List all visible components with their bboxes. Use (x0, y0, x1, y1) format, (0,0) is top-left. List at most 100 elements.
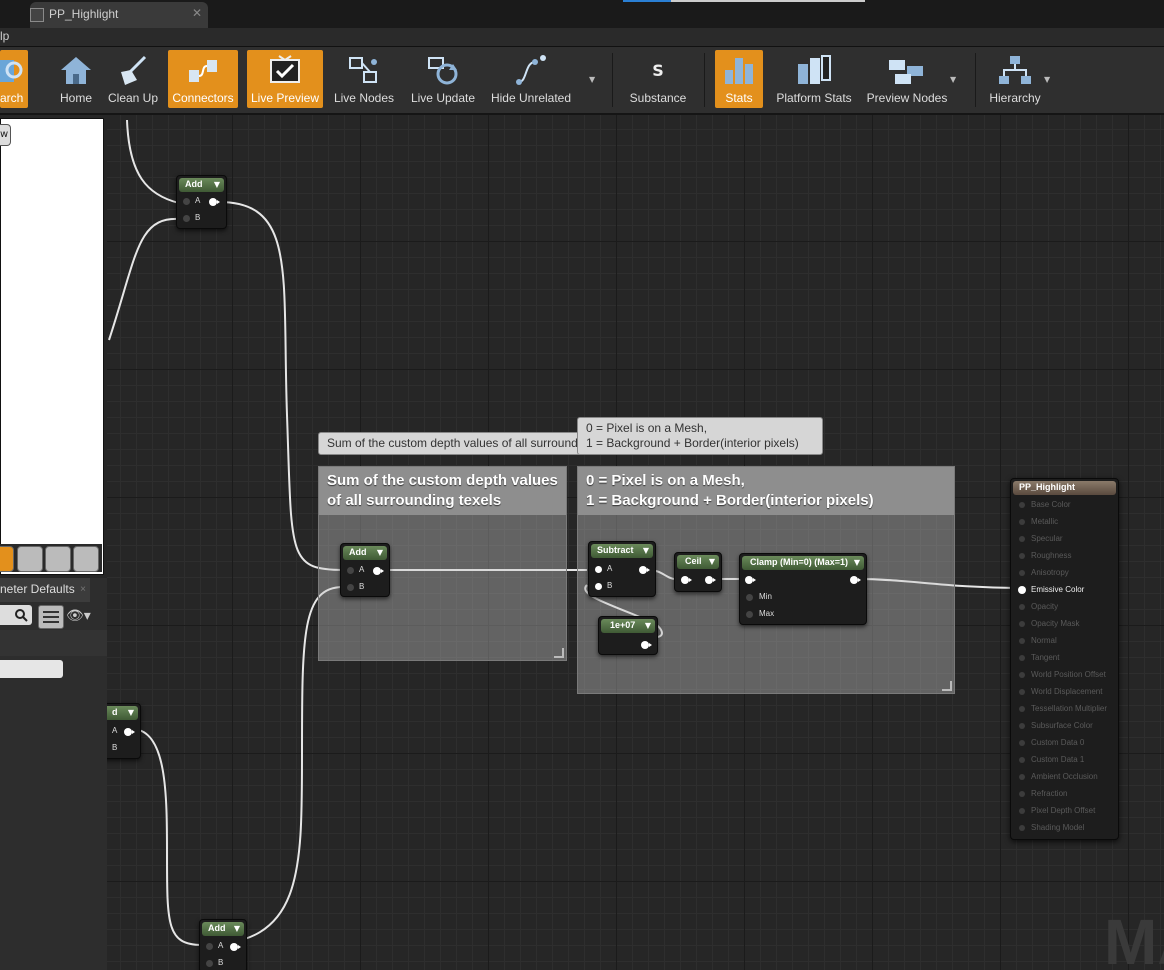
output-pin[interactable] (124, 728, 135, 736)
result-input-tangent[interactable]: Tangent (1017, 650, 1117, 667)
constant-node[interactable]: 1e+07 ▼ (598, 616, 658, 655)
home-button[interactable]: Home (52, 50, 100, 108)
input-pin[interactable] (1019, 689, 1025, 695)
result-input-roughness[interactable]: Roughness (1017, 548, 1117, 565)
input-pin[interactable] (1019, 706, 1025, 712)
node-collapse-icon[interactable]: ▼ (709, 557, 715, 566)
result-input-world-position-offset[interactable]: World Position Offset (1017, 667, 1117, 684)
result-input-opacity[interactable]: Opacity (1017, 599, 1117, 616)
result-input-world-displacement[interactable]: World Displacement (1017, 684, 1117, 701)
input-pin[interactable] (1019, 655, 1025, 661)
parameter-defaults-close-icon[interactable]: × (80, 584, 86, 595)
output-pin[interactable] (230, 943, 241, 951)
viewport-options-button[interactable]: w (0, 124, 11, 146)
add-node[interactable]: Add ▼ A B (199, 919, 247, 970)
live-preview-button[interactable]: Live Preview (247, 50, 323, 108)
output-pin[interactable] (850, 576, 861, 584)
comment-resize-handle[interactable] (942, 681, 952, 691)
ceil-node[interactable]: Ceil ▼ (674, 552, 722, 592)
input-pin[interactable] (1019, 791, 1025, 797)
input-pin[interactable] (1019, 672, 1025, 678)
preview-nodes-button[interactable]: Preview Nodes (864, 50, 950, 108)
result-input-base-color[interactable]: Base Color (1017, 497, 1117, 514)
result-input-custom-data-1[interactable]: Custom Data 1 (1017, 752, 1117, 769)
input-pin[interactable] (1019, 553, 1025, 559)
input-pin[interactable] (745, 576, 756, 584)
substance-button[interactable]: S Substance (624, 50, 692, 108)
result-input-anisotropy[interactable]: Anisotropy (1017, 565, 1117, 582)
pin-a[interactable] (206, 943, 213, 950)
pin-max[interactable] (746, 611, 753, 618)
property-matrix-button[interactable] (38, 605, 64, 629)
input-pin[interactable] (1018, 586, 1026, 594)
input-pin[interactable] (1019, 808, 1025, 814)
output-pin[interactable] (639, 566, 650, 574)
details-property-field[interactable] (0, 660, 63, 678)
result-input-tessellation-multiplier[interactable]: Tessellation Multiplier (1017, 701, 1117, 718)
add-node[interactable]: Add ▼ A B (176, 175, 227, 229)
live-update-button[interactable]: Live Update (406, 50, 480, 108)
input-pin[interactable] (1019, 604, 1025, 610)
pin-b[interactable] (183, 215, 190, 222)
node-collapse-icon[interactable]: ▼ (643, 546, 649, 555)
tab-pp-highlight[interactable]: PP_Highlight ✕ (30, 2, 208, 28)
pin-b[interactable] (347, 584, 354, 591)
result-input-metallic[interactable]: Metallic (1017, 514, 1117, 531)
hide-unrelated-button[interactable]: Hide Unrelated (488, 50, 574, 108)
material-graph-canvas[interactable]: Sum of the custom depth values of all su… (107, 115, 1164, 970)
input-pin[interactable] (1019, 502, 1025, 508)
preview-nodes-dropdown-icon[interactable]: ▼ (950, 75, 956, 84)
result-input-emissive-color[interactable]: Emissive Color (1017, 582, 1117, 599)
search-button[interactable]: arch (0, 50, 28, 108)
hide-unrelated-dropdown-icon[interactable]: ▼ (589, 75, 595, 84)
result-input-subsurface-color[interactable]: Subsurface Color (1017, 718, 1117, 735)
node-collapse-icon[interactable]: ▼ (128, 708, 134, 717)
result-input-normal[interactable]: Normal (1017, 633, 1117, 650)
result-input-shading-model[interactable]: Shading Model (1017, 820, 1117, 837)
pin-b[interactable] (595, 583, 602, 590)
hierarchy-dropdown-icon[interactable]: ▼ (1044, 75, 1050, 84)
clean-up-button[interactable]: Clean Up (104, 50, 162, 108)
live-nodes-button[interactable]: Live Nodes (332, 50, 396, 108)
material-preview-viewport[interactable] (0, 118, 104, 575)
input-pin[interactable] (1019, 519, 1025, 525)
input-pin[interactable] (1019, 774, 1025, 780)
input-pin[interactable] (1019, 825, 1025, 831)
details-search-input[interactable] (0, 605, 32, 625)
preview-shape-custom-icon[interactable] (0, 546, 14, 572)
add-node[interactable]: Add ▼ A B (340, 543, 390, 597)
add-node[interactable]: d ▼ A B (107, 703, 141, 759)
result-input-opacity-mask[interactable]: Opacity Mask (1017, 616, 1117, 633)
pin-a[interactable] (347, 567, 354, 574)
hierarchy-button[interactable]: Hierarchy (984, 50, 1046, 108)
subtract-node[interactable]: Subtract ▼ A B (588, 541, 656, 597)
input-pin[interactable] (1019, 740, 1025, 746)
preview-shape-plane-icon[interactable] (17, 546, 43, 572)
material-result-node[interactable]: PP_Highlight Base Color Metallic Specular R… (1010, 478, 1119, 840)
node-collapse-icon[interactable]: ▼ (234, 924, 240, 933)
input-pin[interactable] (681, 576, 692, 584)
result-input-custom-data-0[interactable]: Custom Data 0 (1017, 735, 1117, 752)
output-pin[interactable] (705, 576, 716, 584)
node-collapse-icon[interactable]: ▼ (645, 621, 651, 630)
connectors-button[interactable]: Connectors (168, 50, 238, 108)
node-collapse-icon[interactable]: ▼ (214, 180, 220, 189)
result-input-ambient-occlusion[interactable]: Ambient Occlusion (1017, 769, 1117, 786)
input-pin[interactable] (1019, 723, 1025, 729)
input-pin[interactable] (1019, 536, 1025, 542)
pin-a[interactable] (595, 566, 602, 573)
result-input-specular[interactable]: Specular (1017, 531, 1117, 548)
input-pin[interactable] (1019, 570, 1025, 576)
pin-b[interactable] (206, 960, 213, 967)
menu-item-help[interactable]: lp (0, 29, 9, 43)
node-collapse-icon[interactable]: ▼ (377, 548, 383, 557)
input-pin[interactable] (1019, 757, 1025, 763)
result-input-pixel-depth-offset[interactable]: Pixel Depth Offset (1017, 803, 1117, 820)
stats-button[interactable]: Stats (715, 50, 763, 108)
view-options-eye-icon[interactable]: 👁▾ (66, 608, 91, 624)
result-input-refraction[interactable]: Refraction (1017, 786, 1117, 803)
clamp-node[interactable]: Clamp (Min=0) (Max=1) ▼ Min Max (739, 553, 867, 625)
output-pin[interactable] (373, 567, 384, 575)
output-pin[interactable] (209, 198, 220, 206)
tab-close-icon[interactable]: ✕ (192, 6, 202, 20)
